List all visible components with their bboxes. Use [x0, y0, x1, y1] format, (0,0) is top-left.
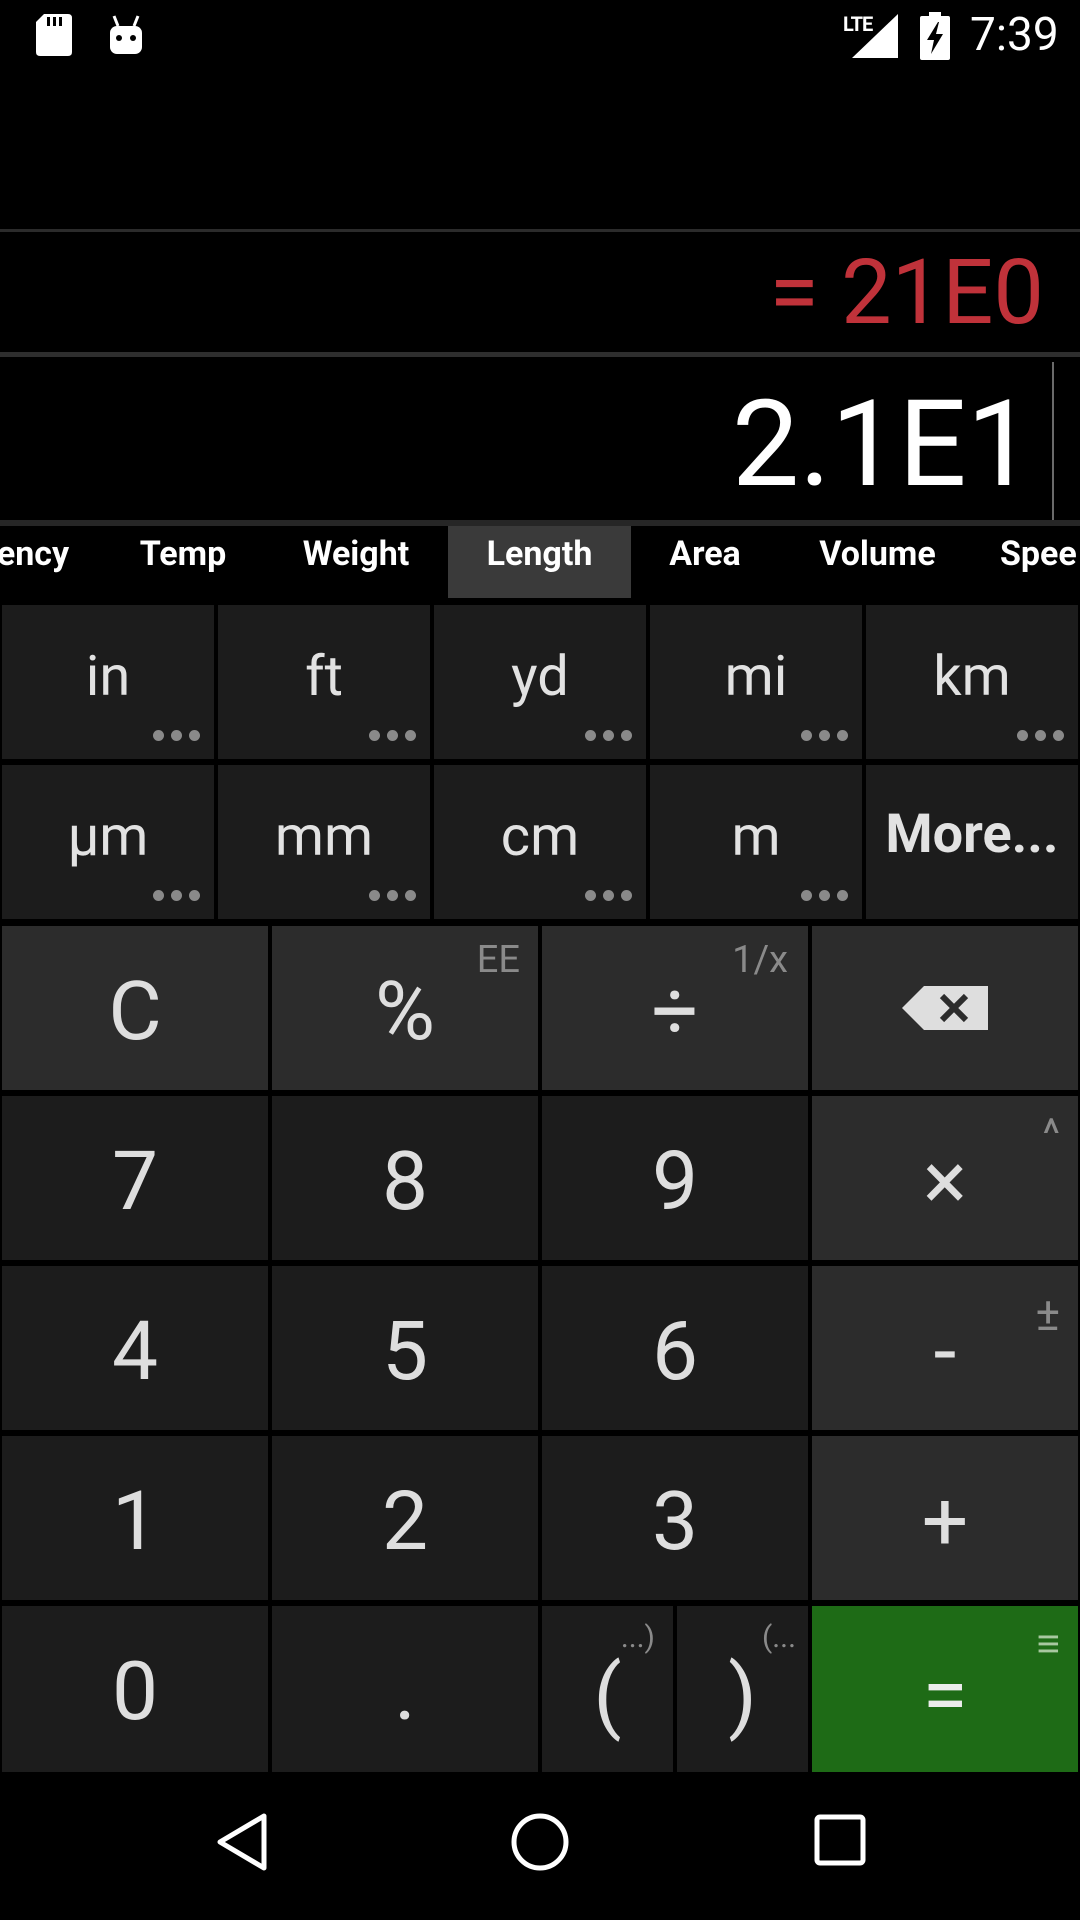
digit-2-button[interactable]: 2 — [272, 1436, 538, 1600]
history-sublabel: ≡ — [1036, 1620, 1060, 1667]
unit-key-label: mi — [724, 643, 788, 709]
digit-3-button[interactable]: 3 — [542, 1436, 808, 1600]
more-options-icon — [794, 729, 848, 745]
backspace-icon — [902, 986, 988, 1030]
plus-button[interactable]: + — [812, 1436, 1078, 1600]
more-options-icon — [1010, 729, 1064, 745]
digit-label: 5 — [381, 1304, 429, 1400]
tab-area[interactable]: Area — [651, 526, 759, 598]
digit-5-button[interactable]: 5 — [272, 1266, 538, 1430]
unit-key-label: More... — [885, 803, 1059, 866]
digit-label: 6 — [651, 1304, 699, 1400]
unit-key-label: ft — [305, 643, 343, 709]
more-options-icon — [794, 889, 848, 905]
status-bar: LTE 7:39 — [0, 0, 1080, 72]
digit-1-button[interactable]: 1 — [2, 1436, 268, 1600]
unit-key-cm[interactable]: cm — [434, 765, 646, 919]
open-paren-label: ( — [593, 1648, 622, 1744]
expression-input[interactable]: 2.1E1 — [732, 385, 1034, 505]
digit-9-button[interactable]: 9 — [542, 1096, 808, 1260]
unit-key-more[interactable]: More... — [866, 765, 1078, 919]
digit-label: 2 — [381, 1474, 429, 1570]
close-paren-label: ) — [728, 1648, 757, 1744]
minus-button[interactable]: - ± — [812, 1266, 1078, 1430]
close-paren-button[interactable]: ) (... — [677, 1606, 808, 1772]
tab-currency[interactable]: ency — [0, 526, 78, 598]
unit-key-yd[interactable]: yd — [434, 605, 646, 759]
digit-label: 9 — [651, 1134, 699, 1230]
digit-7-button[interactable]: 7 — [2, 1096, 268, 1260]
tab-temp[interactable]: Temp — [118, 526, 248, 598]
navigation-bar — [0, 1776, 1080, 1920]
digit-label: 1 — [111, 1474, 159, 1570]
unit-key-label: cm — [500, 803, 580, 869]
text-cursor — [1052, 362, 1054, 520]
divider — [0, 352, 1080, 357]
decimal-label: . — [394, 1644, 416, 1740]
unit-key-label: mm — [274, 803, 374, 869]
unit-key-mm[interactable]: mm — [218, 765, 430, 919]
digit-label: 8 — [381, 1134, 429, 1230]
more-options-icon — [362, 729, 416, 745]
reciprocal-sublabel: 1/x — [732, 938, 788, 982]
multiply-label: × — [923, 1134, 967, 1230]
digit-0-button[interactable]: 0 — [2, 1606, 268, 1772]
clear-button[interactable]: C — [2, 926, 268, 1090]
percent-button[interactable]: % EE — [272, 926, 538, 1090]
unit-key-label: µm — [67, 803, 149, 869]
more-options-icon — [578, 889, 632, 905]
more-options-icon — [146, 889, 200, 905]
home-icon[interactable] — [510, 1812, 570, 1872]
android-debug-icon — [110, 15, 142, 54]
digit-label: 0 — [111, 1644, 159, 1740]
digit-label: 4 — [111, 1304, 159, 1400]
divider — [0, 229, 1080, 232]
unit-key-label: yd — [511, 643, 569, 709]
more-options-icon — [146, 729, 200, 745]
backspace-button[interactable] — [812, 926, 1078, 1090]
unit-key-m[interactable]: m — [650, 765, 862, 919]
clear-label: C — [108, 964, 162, 1060]
more-options-icon — [362, 889, 416, 905]
negate-sublabel: ± — [1035, 1288, 1060, 1342]
more-options-icon — [578, 729, 632, 745]
digit-label: 3 — [651, 1474, 699, 1570]
unit-key-in[interactable]: in — [2, 605, 214, 759]
digit-label: 7 — [111, 1134, 159, 1230]
plus-label: + — [921, 1474, 969, 1570]
equals-button[interactable]: = ≡ — [812, 1606, 1078, 1772]
battery-charging-icon — [920, 12, 950, 60]
unit-key-ft[interactable]: ft — [218, 605, 430, 759]
unit-key-label: m — [731, 803, 781, 869]
clock: 7:39 — [970, 8, 1059, 62]
divide-button[interactable]: ÷ 1/x — [542, 926, 808, 1090]
ee-sublabel: EE — [476, 938, 520, 982]
signal-icon — [852, 14, 898, 58]
power-sublabel: ^ — [1042, 1110, 1060, 1159]
digit-8-button[interactable]: 8 — [272, 1096, 538, 1260]
unit-key-km[interactable]: km — [866, 605, 1078, 759]
close-paren-sublabel: (... — [762, 1620, 796, 1655]
unit-key-label: km — [933, 643, 1011, 709]
tab-volume[interactable]: Volume — [800, 526, 955, 598]
tab-weight[interactable]: Weight — [286, 526, 426, 598]
open-paren-sublabel: ...) — [620, 1620, 655, 1655]
digit-6-button[interactable]: 6 — [542, 1266, 808, 1430]
unit-key-mi[interactable]: mi — [650, 605, 862, 759]
open-paren-button[interactable]: ( ...) — [542, 1606, 673, 1772]
decimal-button[interactable]: . — [272, 1606, 538, 1772]
unit-key-label: in — [85, 643, 131, 709]
back-icon[interactable] — [216, 1812, 268, 1872]
tab-length[interactable]: Length — [448, 526, 631, 598]
digit-4-button[interactable]: 4 — [2, 1266, 268, 1430]
unit-category-tabs[interactable]: ency Temp Weight Length Area Volume Spee — [0, 526, 1080, 598]
recents-icon[interactable] — [814, 1814, 866, 1866]
unit-key-um[interactable]: µm — [2, 765, 214, 919]
sd-card-icon — [36, 14, 72, 56]
multiply-button[interactable]: × ^ — [812, 1096, 1078, 1260]
result-display: = 21E0 — [769, 240, 1044, 345]
tab-speed[interactable]: Spee — [1000, 526, 1080, 598]
